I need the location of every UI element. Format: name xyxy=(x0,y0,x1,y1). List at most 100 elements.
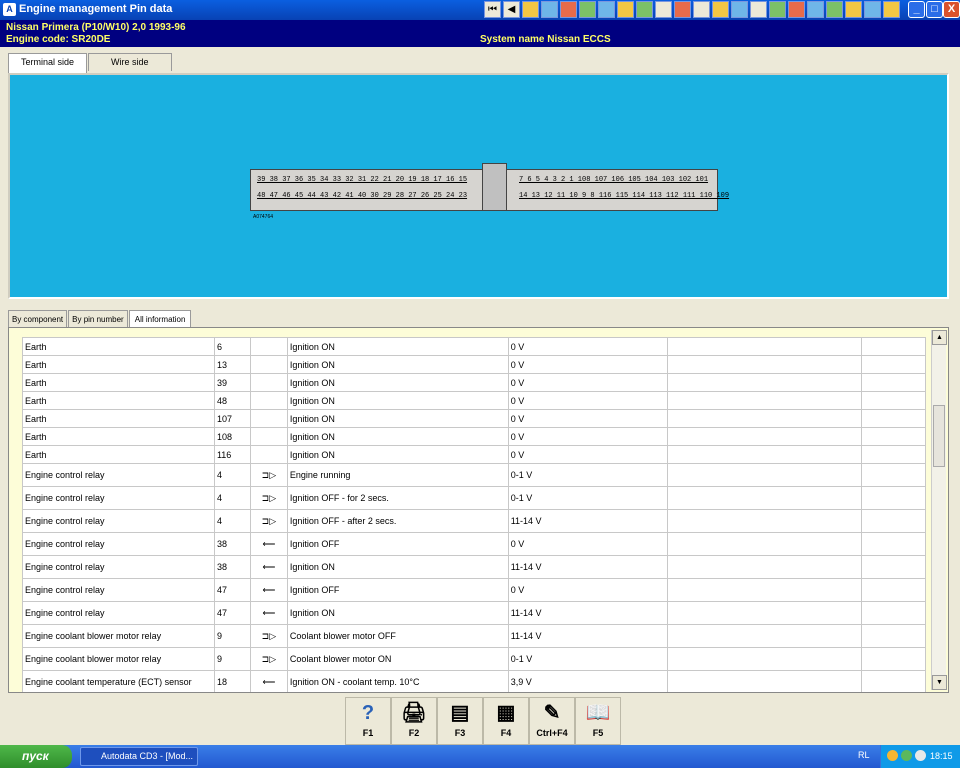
table-row[interactable]: Earth 48 Ignition ON 0 V xyxy=(22,391,926,410)
settings-icon[interactable] xyxy=(864,1,881,18)
table-row[interactable]: Engine control relay 38 ⟵ Ignition ON 11-14 … xyxy=(22,555,926,579)
table-row[interactable]: Engine control relay 47 ⟵ Ignition OFF 0 V xyxy=(22,578,926,602)
cell-condition: Ignition OFF - for 2 secs. xyxy=(286,486,509,510)
cell-condition: Ignition ON xyxy=(286,601,509,625)
cell-condition: Ignition OFF xyxy=(286,532,509,556)
table-row[interactable]: Earth 107 Ignition ON 0 V xyxy=(22,409,926,428)
module-icon[interactable] xyxy=(579,1,596,18)
check-icon[interactable] xyxy=(712,1,729,18)
cell-direction-icon: ⟵ xyxy=(249,578,288,602)
fkey-f3[interactable]: ▤ F3 xyxy=(437,697,483,745)
tray-app-icon[interactable] xyxy=(887,750,898,761)
pin-icon[interactable] xyxy=(598,1,615,18)
cell-pin: 108 xyxy=(213,427,251,446)
scroll-thumb[interactable] xyxy=(933,405,945,467)
toolbar: ⏮ ◀ xyxy=(484,1,900,19)
cell-extra xyxy=(667,486,863,510)
fkey-label: Ctrl+F4 xyxy=(536,728,568,738)
scroll-down-icon[interactable]: ▼ xyxy=(932,675,947,690)
cell-value: 3,9 V xyxy=(507,670,669,692)
cell-direction-icon: ⟵ xyxy=(249,670,288,692)
cell-condition: Ignition ON xyxy=(286,391,509,410)
scroll-up-icon[interactable]: ▲ xyxy=(932,330,947,345)
table-row[interactable]: Earth 108 Ignition ON 0 V xyxy=(22,427,926,446)
table-row[interactable]: Earth 13 Ignition ON 0 V xyxy=(22,355,926,374)
fkey-f2[interactable]: 🖨 F2 xyxy=(391,697,437,745)
cell-component: Engine coolant blower motor relay xyxy=(22,624,215,648)
print-icon[interactable] xyxy=(655,1,672,18)
globe-icon[interactable] xyxy=(826,1,843,18)
pin-row-2-left: 48 47 46 45 44 43 42 41 40 30 29 28 27 2… xyxy=(257,192,468,200)
cell-direction-icon xyxy=(249,373,288,392)
fkey-f1[interactable]: ? F1 xyxy=(345,697,391,745)
cell-direction-icon xyxy=(249,355,288,374)
engine-icon[interactable] xyxy=(807,1,824,18)
minimize-button[interactable]: _ xyxy=(908,1,925,18)
cell-direction-icon xyxy=(249,427,288,446)
prev-icon[interactable]: ◀ xyxy=(503,1,520,18)
tray-network-icon[interactable] xyxy=(901,750,912,761)
fkey-f4[interactable]: ▦ F4 xyxy=(483,697,529,745)
warning-icon[interactable] xyxy=(522,1,539,18)
cell-pin: 107 xyxy=(213,409,251,428)
tab-terminal-side[interactable]: Terminal side xyxy=(8,53,88,73)
cell-condition: Ignition ON xyxy=(286,337,509,356)
car-icon[interactable] xyxy=(731,1,748,18)
system-tray: 18:15 xyxy=(880,745,960,768)
connector-diagram: 39 38 37 36 35 34 33 32 31 22 21 20 19 1… xyxy=(8,73,949,299)
fkey-f5[interactable]: 📖 F5 xyxy=(575,697,621,745)
cell-value: 0 V xyxy=(507,445,669,464)
cell-component: Earth xyxy=(22,409,215,428)
tab-by-pin-number[interactable]: By pin number xyxy=(68,310,128,327)
cell-value: 0 V xyxy=(507,427,669,446)
tab-by-component[interactable]: By component xyxy=(8,310,68,327)
first-icon[interactable]: ⏮ xyxy=(484,1,501,18)
vertical-scrollbar[interactable]: ▲ ▼ xyxy=(931,330,947,690)
camera-icon[interactable] xyxy=(769,1,786,18)
start-button[interactable]: пуск xyxy=(0,745,72,768)
tab-all-information[interactable]: All information xyxy=(128,310,192,327)
table-row[interactable]: Earth 39 Ignition ON 0 V xyxy=(22,373,926,392)
cell-extra xyxy=(667,427,863,446)
cell-condition: Ignition OFF xyxy=(286,578,509,602)
table-row[interactable]: Earth 6 Ignition ON 0 V xyxy=(22,337,926,356)
report-icon[interactable] xyxy=(674,1,691,18)
table-row[interactable]: Engine coolant blower motor relay 9 ⊐▷ Cool… xyxy=(22,624,926,648)
cell-direction-icon: ⟵ xyxy=(249,601,288,625)
table-row[interactable]: Engine control relay 38 ⟵ Ignition OFF 0 V xyxy=(22,532,926,556)
maximize-button[interactable]: □ xyxy=(926,1,943,18)
tools-icon[interactable] xyxy=(693,1,710,18)
taskbar-autodata[interactable]: Autodata CD3 - [Mod... xyxy=(80,747,198,766)
diagram-icon[interactable] xyxy=(788,1,805,18)
close-button[interactable]: X xyxy=(943,1,960,18)
chart-icon[interactable] xyxy=(560,1,577,18)
table-row[interactable]: Engine coolant temperature (ECT) sensor 1… xyxy=(22,670,926,692)
table-row[interactable]: Engine control relay 4 ⊐▷ Ignition OFF - fo… xyxy=(22,486,926,510)
cell-condition: Ignition ON xyxy=(286,373,509,392)
cell-value: 11-14 V xyxy=(507,555,669,579)
table-row[interactable]: Engine control relay 47 ⟵ Ignition ON 11-14 … xyxy=(22,601,926,625)
info-icon[interactable] xyxy=(883,1,900,18)
table-row[interactable]: Engine control relay 4 ⊐▷ Engine running 0-1… xyxy=(22,463,926,487)
table-row[interactable]: Earth 116 Ignition ON 0 V xyxy=(22,445,926,464)
doc-icon[interactable] xyxy=(541,1,558,18)
table-row[interactable]: Engine coolant blower motor relay 9 ⊐▷ Cool… xyxy=(22,647,926,671)
fkey-label: F3 xyxy=(454,728,466,738)
cell-direction-icon: ⊐▷ xyxy=(249,647,288,671)
table-icon[interactable] xyxy=(636,1,653,18)
fkey-ctrl-f4[interactable]: ✎ Ctrl+F4 xyxy=(529,697,575,745)
alert-icon[interactable] xyxy=(845,1,862,18)
blank-icon[interactable] xyxy=(750,1,767,18)
cell-pin: 47 xyxy=(213,601,251,625)
table-row[interactable]: Engine control relay 4 ⊐▷ Ignition OFF - af… xyxy=(22,509,926,533)
tab-wire-side[interactable]: Wire side xyxy=(88,53,172,71)
cell-condition: Ignition ON - coolant temp. 10°C xyxy=(286,670,509,692)
language-indicator[interactable]: RL xyxy=(858,750,870,760)
cell-component: Engine coolant temperature (ECT) sensor xyxy=(22,670,215,692)
cell-condition: Ignition OFF - after 2 secs. xyxy=(286,509,509,533)
vehicle-name: Nissan Primera (P10/W10) 2,0 1993-96 xyxy=(6,22,186,33)
window-title: Engine management Pin data xyxy=(19,3,173,15)
clock: 18:15 xyxy=(930,751,953,761)
gauge-icon[interactable] xyxy=(617,1,634,18)
tray-volume-icon[interactable] xyxy=(915,750,926,761)
